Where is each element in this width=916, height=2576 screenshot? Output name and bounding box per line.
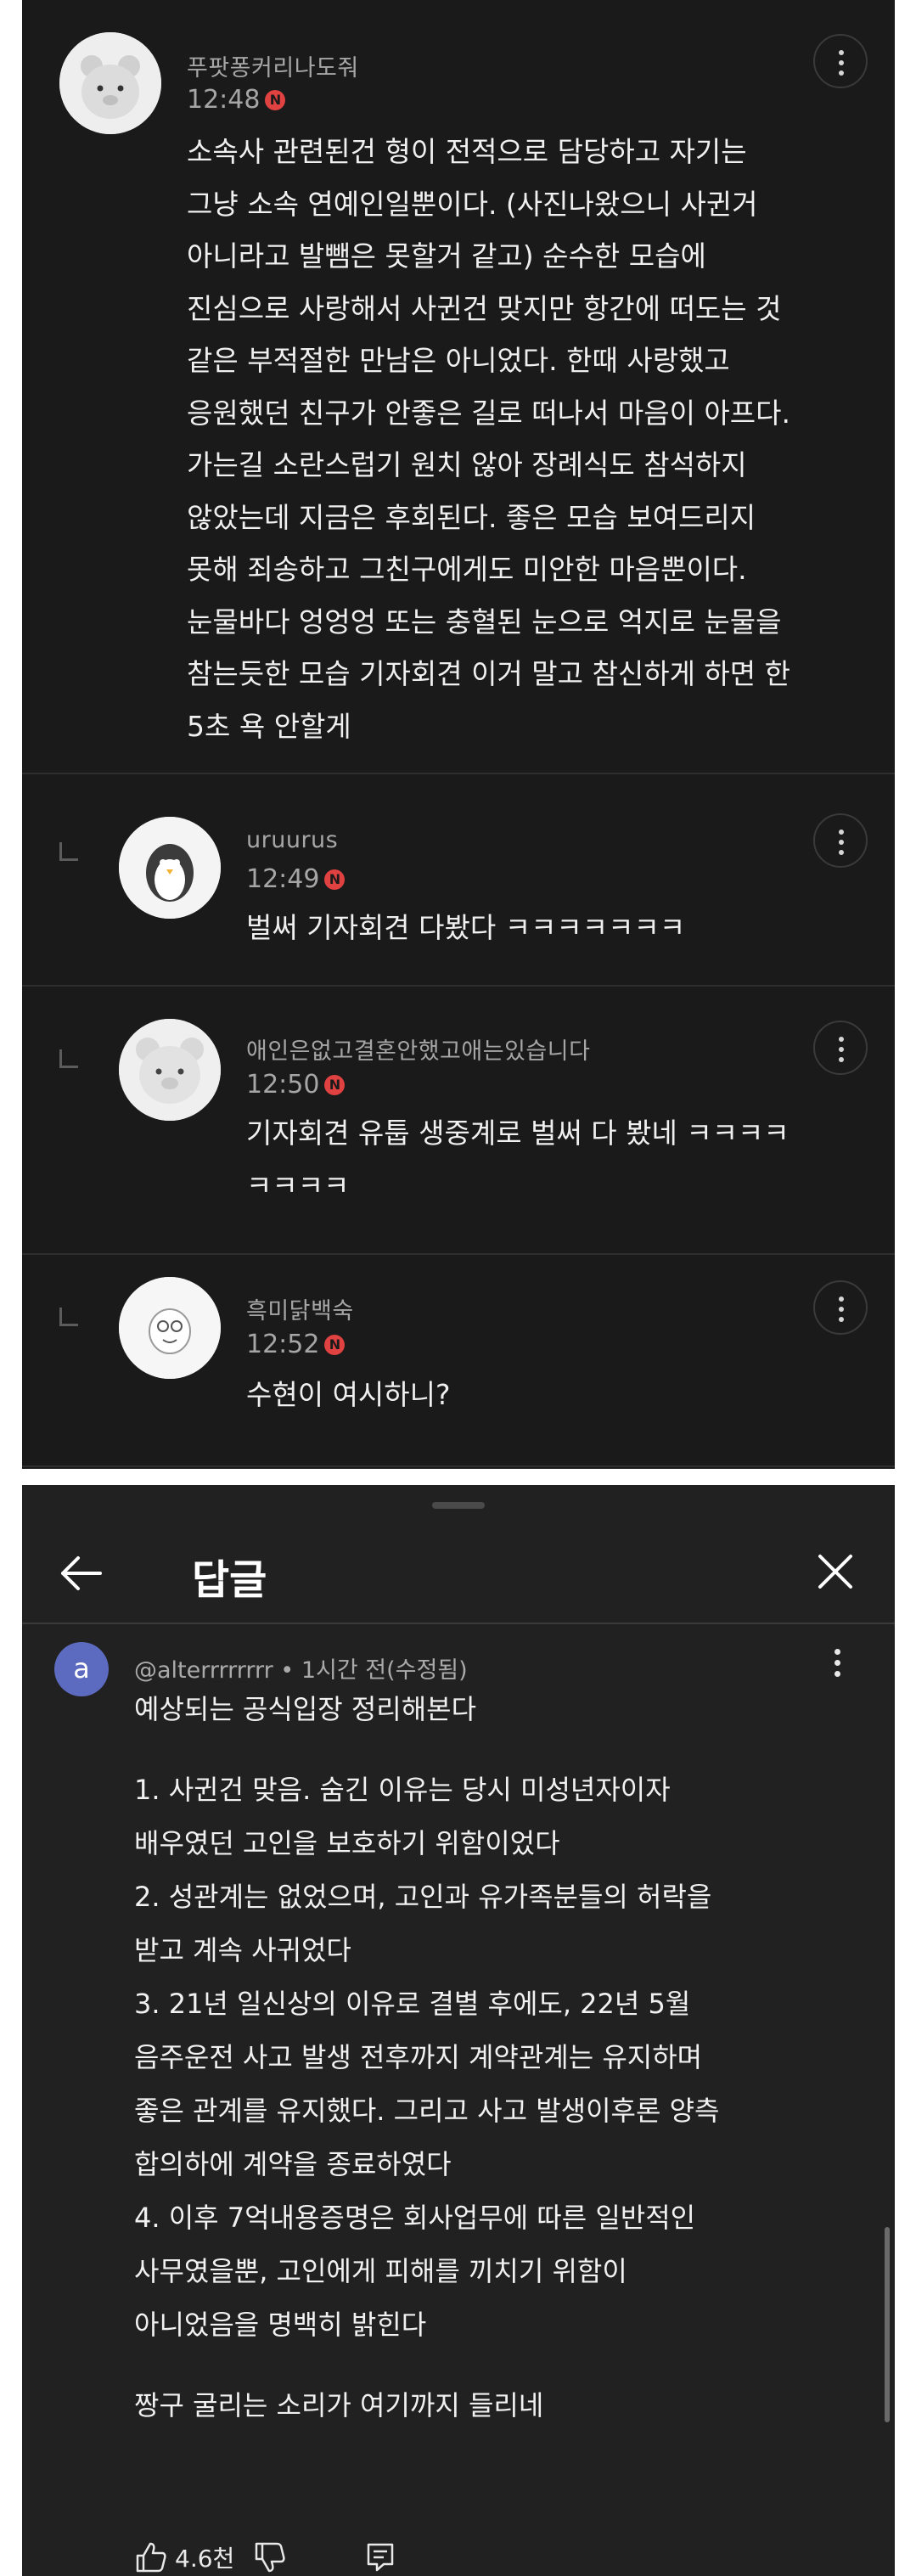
- body-line: 참는듯한 모습 기자회견 이거 말고 참신하게 하면 한: [187, 657, 790, 690]
- reply-indent-icon: [59, 1049, 78, 1068]
- divider: [22, 1465, 895, 1467]
- body-line: [134, 2352, 864, 2379]
- reply-body: 벌써 기자회견 다봤다 ㅋㅋㅋㅋㅋㅋㅋ: [246, 911, 686, 944]
- new-badge: N: [324, 1334, 346, 1355]
- penguin-avatar-icon[interactable]: [119, 817, 221, 919]
- new-badge: N: [324, 869, 346, 890]
- comment-username[interactable]: 푸팟퐁커리나도줘: [187, 49, 359, 82]
- body-line: 3. 21년 일신상의 이유로 결별 후에도, 22년 5월: [134, 1988, 691, 2020]
- body-line: 배우였던 고인을 보호하기 위함이었다: [134, 1827, 560, 1859]
- reply-time: 12:52: [246, 1330, 320, 1359]
- body-line: 4. 이후 7억내용증명은 회사업무에 따른 일반적인: [134, 2202, 696, 2234]
- avatar[interactable]: a: [54, 1642, 109, 1696]
- drag-handle[interactable]: [432, 1502, 485, 1509]
- comment-meta[interactable]: @alterrrrrrrr • 1시간 전(수정됨): [134, 1651, 468, 1685]
- body-line: 눈물바다 엉엉엉 또는 충혈된 눈으로 억지로 눈물을: [187, 605, 782, 638]
- more-vert-icon: [839, 830, 844, 855]
- reply-time: 12:49: [246, 864, 320, 894]
- body-line: 응원했던 친구가 안좋은 길로 떠나서 마음이 아프다.: [187, 396, 790, 430]
- body-line: 사무였을뿐, 고인에게 피해를 끼치기 위함이: [134, 2255, 627, 2287]
- body-line: 받고 계속 사귀었다: [134, 1934, 351, 1966]
- reply-time-row: 12:50 N: [246, 1070, 346, 1100]
- more-vert-icon: [839, 1037, 844, 1062]
- divider: [22, 985, 895, 987]
- reply-indent-icon: [59, 842, 78, 861]
- body-line: 못해 죄송하고 그친구에게도 미안한 마음뿐이다.: [187, 553, 747, 586]
- like-count: 4.6천: [175, 2544, 235, 2573]
- reply-body: 수현이 여시하니?: [246, 1378, 451, 1411]
- divider: [22, 1253, 895, 1255]
- body-line: 그냥 소속 연예인일뿐이다. (사진나왔으니 사귄거: [187, 187, 758, 221]
- cartoon-avatar-icon[interactable]: [119, 1277, 221, 1379]
- reply-username[interactable]: uruurus: [246, 827, 338, 853]
- comment-body: 소속사 관련된건 형이 전적으로 담당하고 자기는그냥 소속 연예인일뿐이다. …: [187, 126, 832, 752]
- sheet-title: 답글: [192, 1556, 267, 1604]
- body-line: 합의하에 계약을 종료하였다: [134, 2148, 452, 2180]
- reply-username[interactable]: 애인은없고결혼안했고애는있습니다: [246, 1032, 590, 1066]
- more-vert-icon: [839, 50, 844, 76]
- comment-icon[interactable]: [363, 2540, 397, 2574]
- thumbs-up-icon[interactable]: [134, 2540, 168, 2574]
- reply-body-line: ㅋㅋㅋㅋ: [246, 1168, 350, 1202]
- comment-actions: 4.6천: [134, 2538, 397, 2576]
- comment-thread-panel: 푸팟퐁커리나도줘 12:48 N 소속사 관련된건 형이 전적으로 담당하고 자…: [22, 0, 895, 1469]
- body-line: 5초 욕 안할게: [187, 709, 351, 743]
- more-options-button[interactable]: [813, 34, 868, 88]
- body-line: 좋은 관계를 유지했다. 그리고 사고 발생이후론 양측: [134, 2095, 720, 2127]
- reply-sheet-body: 예상되는 공식입장 정리해본다 1. 사귄건 맞음. 숨긴 이유는 당시 미성년자…: [134, 1683, 864, 2433]
- more-options-button[interactable]: [813, 1280, 868, 1335]
- body-line: 1. 사귄건 맞음. 숨긴 이유는 당시 미성년자이자: [134, 1774, 671, 1806]
- reply-sheet-header: 답글: [22, 1527, 895, 1621]
- reply-indent-icon: [59, 1308, 78, 1326]
- divider: [22, 773, 895, 774]
- body-line: 소속사 관련된건 형이 전적으로 담당하고 자기는: [187, 135, 747, 168]
- reply-sheet-panel: 답글 a @alterrrrrrrr • 1시간 전(수정됨) 예상되는 공식입…: [22, 1485, 895, 2576]
- more-options-button[interactable]: [813, 1021, 868, 1075]
- bear-avatar-icon[interactable]: [59, 32, 161, 134]
- body-line: 짱구 굴리는 소리가 여기까지 들리네: [134, 2389, 544, 2421]
- comment-time: 12:48: [187, 85, 261, 115]
- body-line: 2. 성관계는 없었으며, 고인과 유가족분들의 허락을: [134, 1881, 712, 1913]
- reply-body: 기자회견 유툽 생중계로 벌써 다 봤네 ㅋㅋㅋㅋ ㅋㅋㅋㅋ: [246, 1107, 840, 1212]
- close-icon[interactable]: [810, 1546, 861, 1597]
- body-line: 예상되는 공식입장 정리해본다: [134, 1693, 477, 1725]
- body-line: 가는길 소란스럽기 원치 않아 장례식도 참석하지: [187, 448, 747, 481]
- reply-time-row: 12:52 N: [246, 1330, 346, 1359]
- body-line: 진심으로 사랑해서 사귄건 맞지만 항간에 떠도는 것: [187, 291, 782, 325]
- bear-avatar-icon[interactable]: [119, 1019, 221, 1121]
- reply-time: 12:50: [246, 1070, 320, 1100]
- scrollbar[interactable]: [885, 2227, 890, 2422]
- thumbs-down-icon[interactable]: [253, 2540, 287, 2574]
- back-arrow-icon[interactable]: [56, 1548, 107, 1599]
- body-line: 않았는데 지금은 후회된다. 좋은 모습 보여드리지: [187, 500, 756, 534]
- more-vert-icon: [839, 1296, 844, 1322]
- body-line: 음주운전 사고 발생 전후까지 계약관계는 유지하며: [134, 2041, 703, 2073]
- divider: [22, 1623, 895, 1624]
- body-line: 아니라고 발뺌은 못할거 같고) 순수한 모습에: [187, 239, 706, 273]
- reply-time-row: 12:49 N: [246, 864, 346, 894]
- reply-username[interactable]: 흑미닭백숙: [246, 1292, 354, 1325]
- body-line: 아니었음을 명백히 밝힌다: [134, 2309, 427, 2341]
- body-line: [134, 1736, 864, 1763]
- body-line: 같은 부적절한 만남은 아니었다. 한때 사랑했고: [187, 344, 730, 377]
- reply-body-line: 기자회견 유툽 생중계로 벌써 다 봤네 ㅋㅋㅋㅋ: [246, 1116, 790, 1150]
- comment-time-row: 12:48 N: [187, 85, 286, 115]
- new-badge: N: [324, 1074, 346, 1095]
- new-badge: N: [265, 89, 286, 110]
- more-options-button[interactable]: [813, 813, 868, 868]
